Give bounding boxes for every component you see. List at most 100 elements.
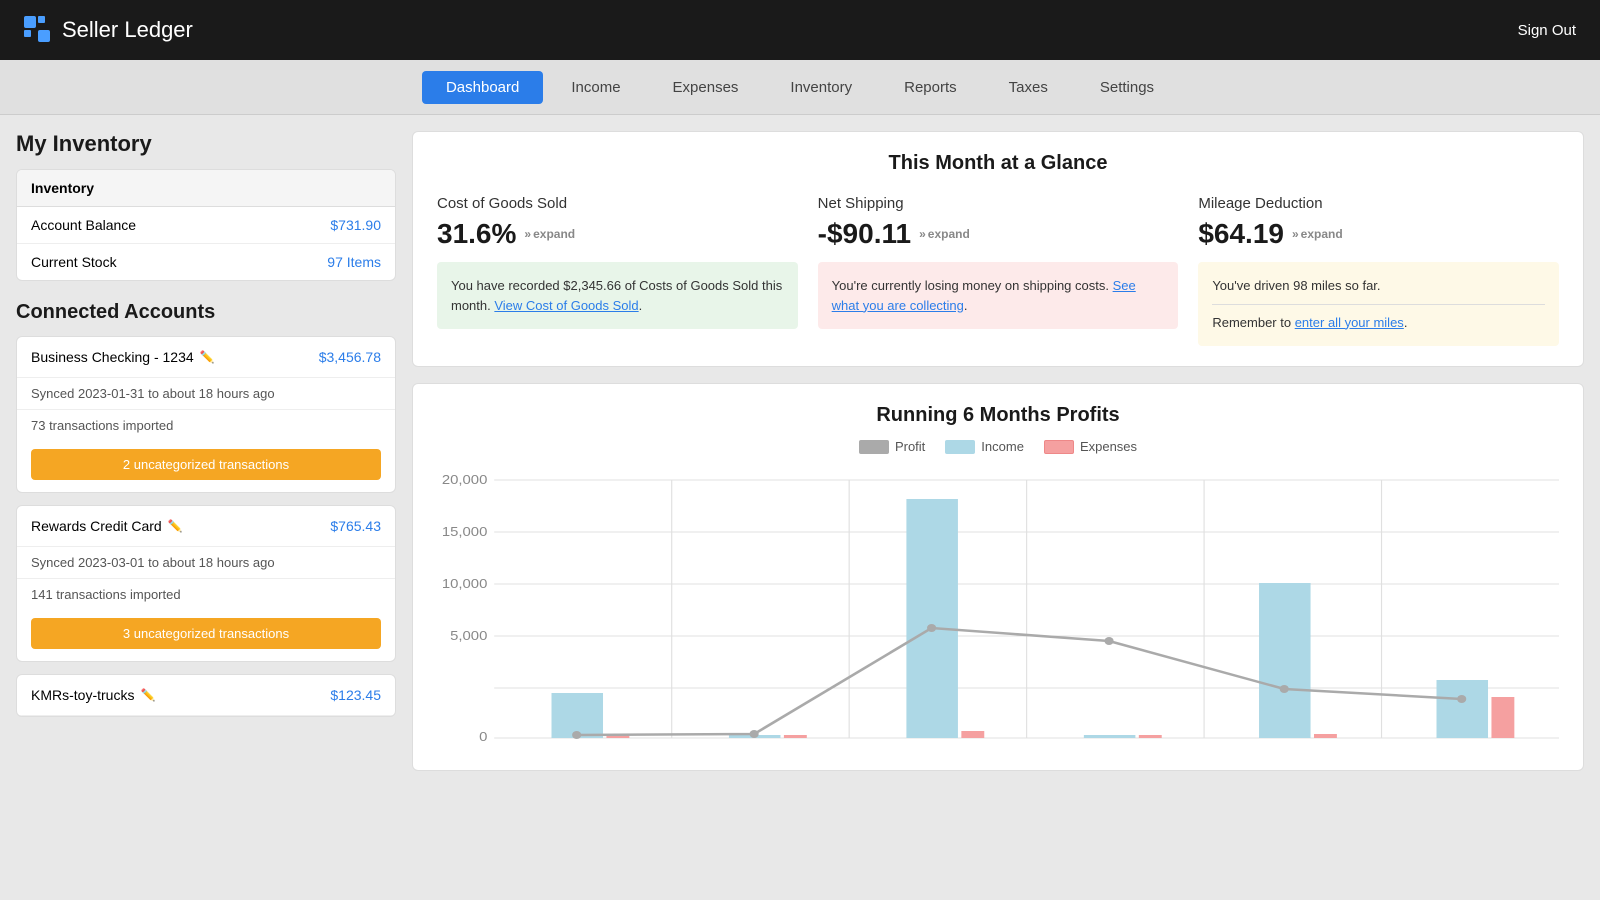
nav-reports[interactable]: Reports (880, 71, 981, 104)
current-stock-value[interactable]: 97 Items (327, 254, 381, 270)
account-card-header-2: Rewards Credit Card ✏️ $765.43 (17, 506, 395, 547)
edit-icon-2[interactable]: ✏️ (168, 519, 183, 533)
cogs-info-box: You have recorded $2,345.66 of Costs of … (437, 262, 798, 329)
account-balance-2[interactable]: $765.43 (330, 518, 381, 534)
account-sync-2: Synced 2023-03-01 to about 18 hours ago (17, 547, 395, 579)
expenses-swatch (1044, 440, 1074, 454)
profit-swatch (859, 440, 889, 454)
profit-point-1 (572, 731, 581, 739)
nav-inventory[interactable]: Inventory (766, 71, 876, 104)
svg-text:5,000: 5,000 (450, 628, 487, 643)
logo-icon (24, 16, 52, 44)
uncategorized-btn-1[interactable]: 2 uncategorized transactions (31, 449, 381, 480)
cogs-expand[interactable]: expand (524, 227, 575, 241)
right-content: This Month at a Glance Cost of Goods Sol… (412, 131, 1584, 884)
account-card-kmrs: KMRs-toy-trucks ✏️ $123.45 (16, 674, 396, 717)
glance-card: This Month at a Glance Cost of Goods Sol… (412, 131, 1584, 367)
account-name-2: Rewards Credit Card ✏️ (31, 518, 183, 534)
legend-expenses: Expenses (1044, 439, 1137, 454)
expenses-label: Expenses (1080, 439, 1137, 454)
shipping-info-box: You're currently losing money on shippin… (818, 262, 1179, 329)
account-balance-label: Account Balance (31, 217, 136, 233)
sidebar: My Inventory Inventory Account Balance $… (16, 131, 396, 884)
edit-icon-1[interactable]: ✏️ (200, 350, 215, 364)
glance-grid: Cost of Goods Sold 31.6% expand You have… (437, 195, 1559, 346)
nav-dashboard[interactable]: Dashboard (422, 71, 543, 104)
glance-title: This Month at a Glance (437, 152, 1559, 175)
profit-line (577, 628, 1462, 735)
account-card-rewards: Rewards Credit Card ✏️ $765.43 Synced 20… (16, 505, 396, 662)
legend-profit: Profit (859, 439, 925, 454)
bar-income-4 (1084, 735, 1136, 738)
glance-shipping: Net Shipping -$90.11 expand You're curre… (818, 195, 1179, 346)
svg-text:15,000: 15,000 (442, 524, 488, 539)
logo-text: Seller Ledger (62, 17, 193, 43)
bar-expenses-2 (784, 735, 807, 738)
signout-button[interactable]: Sign Out (1518, 22, 1576, 39)
bar-income-6 (1436, 680, 1488, 738)
shipping-label: Net Shipping (818, 195, 1179, 212)
account-name-3: KMRs-toy-trucks ✏️ (31, 687, 155, 703)
chart-svg: 20,000 15,000 10,000 5,000 0 (437, 470, 1559, 750)
legend-income: Income (945, 439, 1024, 454)
chart-area: 20,000 15,000 10,000 5,000 0 (437, 470, 1559, 750)
bar-expenses-3 (961, 731, 984, 738)
profit-point-6 (1457, 695, 1466, 703)
account-balance-value[interactable]: $731.90 (330, 217, 381, 233)
bar-expenses-5 (1314, 734, 1337, 738)
account-card-header-1: Business Checking - 1234 ✏️ $3,456.78 (17, 337, 395, 378)
bar-expenses-6 (1491, 697, 1514, 738)
profit-point-5 (1280, 685, 1289, 693)
connected-accounts-title: Connected Accounts (16, 301, 396, 324)
profit-point-4 (1104, 637, 1113, 645)
account-card-business-checking: Business Checking - 1234 ✏️ $3,456.78 Sy… (16, 336, 396, 493)
cogs-link[interactable]: View Cost of Goods Sold (494, 298, 638, 313)
chart-title: Running 6 Months Profits (437, 404, 1559, 427)
current-stock-label: Current Stock (31, 254, 117, 270)
chart-legend: Profit Income Expenses (437, 439, 1559, 454)
main-nav: Dashboard Income Expenses Inventory Repo… (0, 60, 1600, 115)
bar-expenses-4 (1139, 735, 1162, 738)
current-stock-row: Current Stock 97 Items (17, 244, 395, 280)
mileage-info-box: You've driven 98 miles so far. Remember … (1198, 262, 1559, 346)
bar-income-5 (1259, 583, 1311, 738)
nav-income[interactable]: Income (547, 71, 644, 104)
main-content: My Inventory Inventory Account Balance $… (0, 115, 1600, 900)
mileage-label: Mileage Deduction (1198, 195, 1559, 212)
uncategorized-btn-2[interactable]: 3 uncategorized transactions (31, 618, 381, 649)
account-card-header-3: KMRs-toy-trucks ✏️ $123.45 (17, 675, 395, 716)
account-transactions-1: 73 transactions imported (17, 410, 395, 441)
mileage-expand[interactable]: expand (1292, 227, 1343, 241)
cogs-label: Cost of Goods Sold (437, 195, 798, 212)
shipping-value: -$90.11 expand (818, 218, 1179, 250)
account-name-1: Business Checking - 1234 ✏️ (31, 349, 215, 365)
my-inventory-title: My Inventory (16, 131, 396, 157)
logo: Seller Ledger (24, 16, 193, 44)
chart-card: Running 6 Months Profits Profit Income E… (412, 383, 1584, 771)
shipping-expand[interactable]: expand (919, 227, 970, 241)
income-label: Income (981, 439, 1024, 454)
bar-income-3 (906, 499, 958, 738)
profit-label: Profit (895, 439, 925, 454)
mileage-link[interactable]: enter all your miles (1295, 315, 1404, 330)
app-header: Seller Ledger Sign Out (0, 0, 1600, 60)
svg-text:20,000: 20,000 (442, 472, 488, 487)
account-balance-row: Account Balance $731.90 (17, 207, 395, 244)
income-swatch (945, 440, 975, 454)
nav-expenses[interactable]: Expenses (649, 71, 763, 104)
cogs-value: 31.6% expand (437, 218, 798, 250)
nav-settings[interactable]: Settings (1076, 71, 1178, 104)
mileage-value: $64.19 expand (1198, 218, 1559, 250)
profit-point-3 (927, 624, 936, 632)
svg-text:0: 0 (479, 729, 488, 744)
account-sync-1: Synced 2023-01-31 to about 18 hours ago (17, 378, 395, 410)
edit-icon-3[interactable]: ✏️ (140, 688, 155, 702)
inventory-box: Inventory Account Balance $731.90 Curren… (16, 169, 396, 281)
glance-mileage: Mileage Deduction $64.19 expand You've d… (1198, 195, 1559, 346)
nav-taxes[interactable]: Taxes (985, 71, 1072, 104)
account-balance-1[interactable]: $3,456.78 (319, 349, 381, 365)
profit-point-2 (750, 730, 759, 738)
account-balance-3[interactable]: $123.45 (330, 687, 381, 703)
svg-text:10,000: 10,000 (442, 576, 488, 591)
inventory-box-header: Inventory (17, 170, 395, 207)
